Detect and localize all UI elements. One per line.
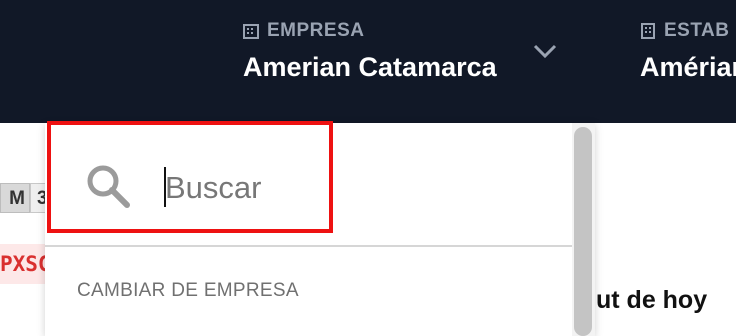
chevron-down-icon[interactable] (532, 42, 558, 60)
scrollbar[interactable] (572, 123, 595, 336)
code-snippet: PXSC (0, 244, 46, 284)
company-label-row: EMPRESA (243, 20, 497, 42)
establishment-label-row: ESTAB (640, 20, 736, 42)
company-value: Amerian Catamarca (243, 52, 497, 82)
chip-3[interactable]: 3 (30, 183, 46, 213)
search-input[interactable] (165, 169, 325, 207)
change-company-heading: CAMBIAR DE EMPRESA (77, 280, 299, 301)
search-area (45, 121, 572, 245)
top-header: EMPRESA Amerian Catamarca ESTAB Amérian (0, 0, 736, 123)
search-icon (87, 165, 130, 208)
establishment-value: Amérian (640, 52, 736, 82)
divider (45, 245, 572, 247)
establishment-label: ESTAB (664, 20, 730, 41)
establishment-selector[interactable]: ESTAB Amérian (640, 20, 736, 83)
building-icon (641, 23, 655, 39)
company-label: EMPRESA (267, 20, 365, 41)
building-icon (243, 24, 259, 39)
company-dropdown: CAMBIAR DE EMPRESA (45, 121, 595, 336)
scrollbar-thumb[interactable] (574, 127, 592, 336)
search-highlight-box (47, 121, 333, 233)
chip-m[interactable]: M (0, 183, 30, 213)
section-heading-fragment: ut de hoy (596, 286, 708, 314)
company-selector[interactable]: EMPRESA Amerian Catamarca (243, 20, 497, 83)
